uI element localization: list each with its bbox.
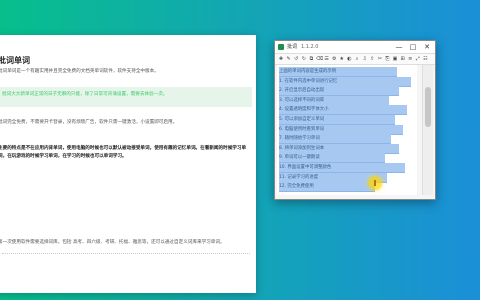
toolbar-button-1[interactable]: ✎ [286,56,292,62]
toolbar-button-17[interactable]: ≡ [407,56,413,62]
app-name: 批词 [287,44,298,50]
toolbar-button-6[interactable]: ☰ [324,56,330,62]
notepad-toolbar: ✚ ✎ ↺ ↻ ⧉ ⌫ ☰ ⚙ ★ ◐ ⌕ ⇩ ⇧ ✂ ⎘ ▣ ⊞ ≡ ⤢ ☷ [275,54,435,65]
minimize-button[interactable]: — [393,41,405,53]
paragraph-1: 批词单词是一个有趣实用并且完全免费的文档英单词软件，软件支持全中版本。 [0,69,159,74]
notepad-titlebar[interactable]: 批词 1.1.2.0 — □ ✕ [275,41,435,54]
selected-text-line[interactable]: 7. 随时随地学习单词 [279,134,391,145]
toolbar-button-8[interactable]: ★ [339,56,345,62]
selected-text-line[interactable]: 4. 设置透明度和字体大小 [279,105,407,116]
separator [2,253,250,254]
selected-text-line[interactable]: 8. 将单词添加到生词本 [279,143,399,154]
paragraph-3: 主要的特点是不在应用内背单词，使用电脑的时候也可以默认被动接受单词，使用有趣的记… [0,146,247,159]
toolbar-button-10[interactable]: ⌕ [354,56,360,62]
toolbar-button-12[interactable]: ⇧ [369,56,375,62]
toolbar-button-19[interactable]: ☷ [422,56,428,62]
selected-text-line[interactable]: 5. 可以添加自定义单词 [279,115,395,125]
toolbar-button-13[interactable]: ✂ [377,56,383,62]
toolbar-button-9[interactable]: ◐ [346,56,352,62]
scrollbar-thumb[interactable] [425,87,431,127]
toolbar-button-5[interactable]: ⌫ [316,56,323,62]
selected-text-line[interactable]: 1. 在软件内选中单词进行记忆 [279,76,411,87]
article-window: 批词单词 批词单词是一个有趣实用并且完全免费的文档英单词软件，软件支持全中版本。… [0,35,256,293]
toolbar-button-14[interactable]: ⎘ [384,56,390,62]
toolbar-button-7[interactable]: ⚙ [331,56,337,62]
selected-text-line[interactable]: 2. 开启显示后自动出现 [279,86,399,97]
article-title: 批词单词 [0,56,30,65]
toolbar-button-4[interactable]: ⧉ [308,56,314,62]
scrollbar[interactable] [422,65,433,195]
toolbar-button-15[interactable]: ▣ [392,56,398,62]
paragraph-2: 批词完全免费，不需要开卡登录，没有烦琐广告，软件只需一键激活，小设置即可启用。 [0,120,178,125]
notepad-window[interactable]: 批词 1.1.2.0 — □ ✕ ✚ ✎ ↺ ↻ ⧉ ⌫ ☰ ⚙ ★ ◐ ⌕ ⇩ ⇧ ✂ ⎘ ▣ ⊞ ≡ ⤢ ☷ 上面… [274,40,436,200]
toolbar-button-16[interactable]: ⊞ [400,56,406,62]
selected-text-line[interactable]: 6. 电脑使用时看到单词 [279,124,403,135]
notepad-text-area[interactable]: 上面的单词内容是生成的示例 1. 在软件内选中单词进行记忆 2. 开启显示后自动出现… [277,65,417,195]
cursor-highlight-icon [368,176,382,190]
toolbar-button-2[interactable]: ↺ [293,56,299,62]
paragraph-4: 第一次使用软件需要选择词库，包括 高考、四六级、考研、托福、雅思等，还可以通过自… [0,240,225,245]
selected-text-line[interactable]: 3. 可以选择不同的词库 [279,95,389,106]
selected-text-line[interactable]: 10. 界面设置中可调整颜色 [279,163,405,173]
highlight-quote: 批词大大新单词正常的日子无聊的只能，除了日常可背诵设置，需要去体验一次。 [2,92,168,97]
toolbar-button-0[interactable]: ✚ [278,56,284,62]
selected-text-line[interactable]: 上面的单词内容是生成的示例 [279,67,397,77]
maximize-button[interactable]: □ [407,41,419,53]
toolbar-button-3[interactable]: ↻ [301,56,307,62]
toolbar-button-18[interactable]: ⤢ [415,56,421,62]
app-logo-icon [278,44,284,50]
toolbar-button-11[interactable]: ⇩ [362,56,368,62]
selected-text-line[interactable]: 9. 单词可以一键朗读 [279,153,385,164]
app-version: 1.1.2.0 [301,44,319,50]
close-button[interactable]: ✕ [421,41,433,53]
selected-text-line[interactable]: 12. 完全免费使用 [279,182,375,193]
